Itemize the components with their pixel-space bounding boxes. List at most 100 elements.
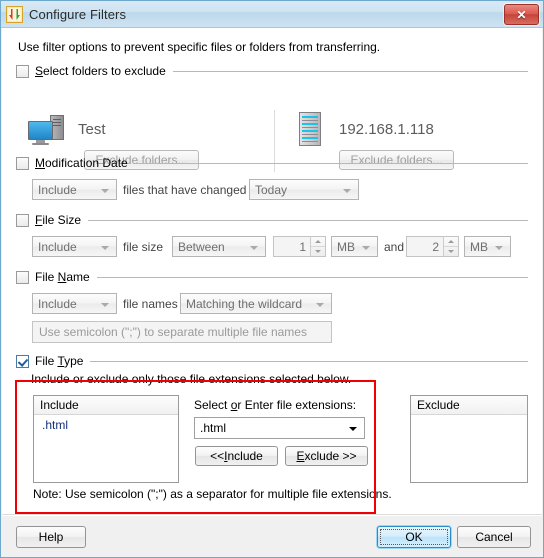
group-rule-file-size <box>88 219 528 221</box>
intro-text: Use filter options to prevent specific f… <box>18 40 381 54</box>
include-button-post: nclude <box>227 449 263 463</box>
chevron-down-icon <box>101 303 109 307</box>
file-size-max-stepper[interactable]: 2 <box>406 236 459 257</box>
extensions-combo[interactable]: .html <box>194 417 365 439</box>
server-led-bar <box>302 116 318 118</box>
include-button[interactable]: << Include <box>195 446 278 466</box>
file-size-min-unit-value: MB <box>337 239 355 254</box>
window-title: Configure Filters <box>29 6 127 22</box>
chevron-down-icon <box>101 189 109 193</box>
group-label-file-name: File Name <box>35 270 90 284</box>
file-size-comparison-select[interactable]: Between <box>172 236 266 257</box>
checkbox-file-name[interactable] <box>16 270 29 284</box>
checkbox-file-size[interactable] <box>16 213 29 227</box>
file-name-middle-text: file names <box>123 297 178 311</box>
file-size-min-unit-select[interactable]: MB <box>331 236 378 257</box>
stepper-arrows[interactable] <box>443 237 458 256</box>
accel-modification-date: M <box>35 156 45 170</box>
group-label-file-type-text: ype <box>64 354 84 368</box>
stepper-arrows[interactable] <box>310 237 325 256</box>
modification-date-middle-text: files that have changed <box>123 183 247 197</box>
file-size-max-unit-value: MB <box>470 239 488 254</box>
file-name-patterns-input[interactable]: Use semicolon (";") to separate multiple… <box>32 321 332 343</box>
server-slot <box>302 134 318 135</box>
computer-base <box>32 143 49 145</box>
chevron-down-icon <box>250 246 258 250</box>
chevron-down-icon <box>343 189 351 193</box>
group-label-modification-date-text: odification Date <box>45 156 128 170</box>
configure-filters-window: Configure Filters ✕ Use filter options t… <box>0 0 544 558</box>
file-type-description: Include or exclude only those file exten… <box>31 372 352 386</box>
server-led-bar <box>302 130 318 132</box>
title-bar[interactable]: Configure Filters ✕ <box>1 1 543 28</box>
modification-date-when-value: Today <box>255 182 288 197</box>
file-type-note: Note: Use semicolon (";") as a separator… <box>33 487 392 501</box>
server-led-bar <box>302 123 318 125</box>
list-item[interactable]: .html <box>34 415 178 432</box>
close-icon[interactable]: ✕ <box>504 4 539 25</box>
cancel-button[interactable]: Cancel <box>457 526 531 548</box>
file-size-min-value: 1 <box>299 239 306 254</box>
exclude-extensions-listbox[interactable]: Exclude <box>410 395 528 483</box>
file-size-max-unit-select[interactable]: MB <box>464 236 511 257</box>
group-label-folders: Select folders to exclude <box>35 64 166 78</box>
group-rule-folders <box>172 70 528 72</box>
stepper-up-icon[interactable] <box>311 237 325 246</box>
group-header-file-size: File Size <box>16 213 528 227</box>
stepper-up-icon[interactable] <box>444 237 458 246</box>
group-rule-file-type <box>90 360 528 362</box>
server-slot <box>302 120 318 121</box>
help-button[interactable]: Help <box>16 526 86 548</box>
endpoint-name-local: Test <box>78 121 106 138</box>
group-label-file-name-pre: File <box>35 270 58 284</box>
stepper-down-icon[interactable] <box>311 246 325 256</box>
group-label-file-size: File Size <box>35 213 81 227</box>
group-header-folders: Select folders to exclude <box>16 64 528 78</box>
extensions-combo-value: .html <box>200 421 227 435</box>
group-header-file-name: File Name <box>16 270 528 284</box>
exclude-button[interactable]: Exclude >> <box>285 446 368 466</box>
modification-date-when-select[interactable]: Today <box>249 179 359 200</box>
file-size-min-stepper[interactable]: 1 <box>273 236 326 257</box>
exclude-list-header: Exclude <box>411 396 527 415</box>
computer-monitor <box>28 121 53 140</box>
group-header-modification-date: Modification Date <box>16 156 528 170</box>
include-list-header: Include <box>34 396 178 415</box>
include-button-pre: << <box>210 449 225 463</box>
server-slot <box>302 141 318 142</box>
group-label-folders-text: elect folders to exclude <box>43 64 166 78</box>
checkbox-select-folders[interactable] <box>16 64 29 78</box>
ok-button[interactable]: OK <box>377 526 451 548</box>
group-label-modification-date: Modification Date <box>35 156 128 170</box>
accel-folders: S <box>35 64 44 78</box>
group-label-file-type: File Type <box>35 354 83 368</box>
file-size-mode-select[interactable]: Include <box>32 236 117 257</box>
group-label-file-name-text: ame <box>66 270 90 284</box>
file-name-mode-select[interactable]: Include <box>32 293 117 314</box>
dialog-footer: Help OK Cancel <box>2 515 542 556</box>
file-name-match-select[interactable]: Matching the wildcard <box>180 293 332 314</box>
server-icon <box>299 112 321 146</box>
chevron-down-icon <box>362 246 370 250</box>
dialog-body: Use filter options to prevent specific f… <box>2 28 542 515</box>
file-size-conjunction: and <box>384 240 405 254</box>
group-rule-modification-date <box>134 162 528 164</box>
transfer-filter-icon <box>6 5 23 23</box>
file-name-match-value: Matching the wildcard <box>186 296 303 311</box>
computer-icon <box>28 115 64 147</box>
extensions-label-pre: Select <box>194 398 231 412</box>
modification-date-mode-select[interactable]: Include <box>32 179 117 200</box>
file-size-middle-text: file size <box>123 240 164 254</box>
chevron-down-icon <box>495 246 503 250</box>
chevron-down-icon <box>349 427 357 431</box>
group-rule-file-name <box>96 276 528 278</box>
checkbox-modification-date[interactable] <box>16 156 29 170</box>
checkbox-file-type[interactable] <box>16 354 29 368</box>
include-extensions-listbox[interactable]: Include .html <box>33 395 179 483</box>
group-label-file-size-text: ile Size <box>42 213 82 227</box>
stepper-down-icon[interactable] <box>444 246 458 256</box>
accel-exclude-button: E <box>296 449 305 463</box>
server-slot <box>302 127 318 128</box>
group-label-file-type-pre: File <box>35 354 58 368</box>
chevron-down-icon <box>316 303 324 307</box>
